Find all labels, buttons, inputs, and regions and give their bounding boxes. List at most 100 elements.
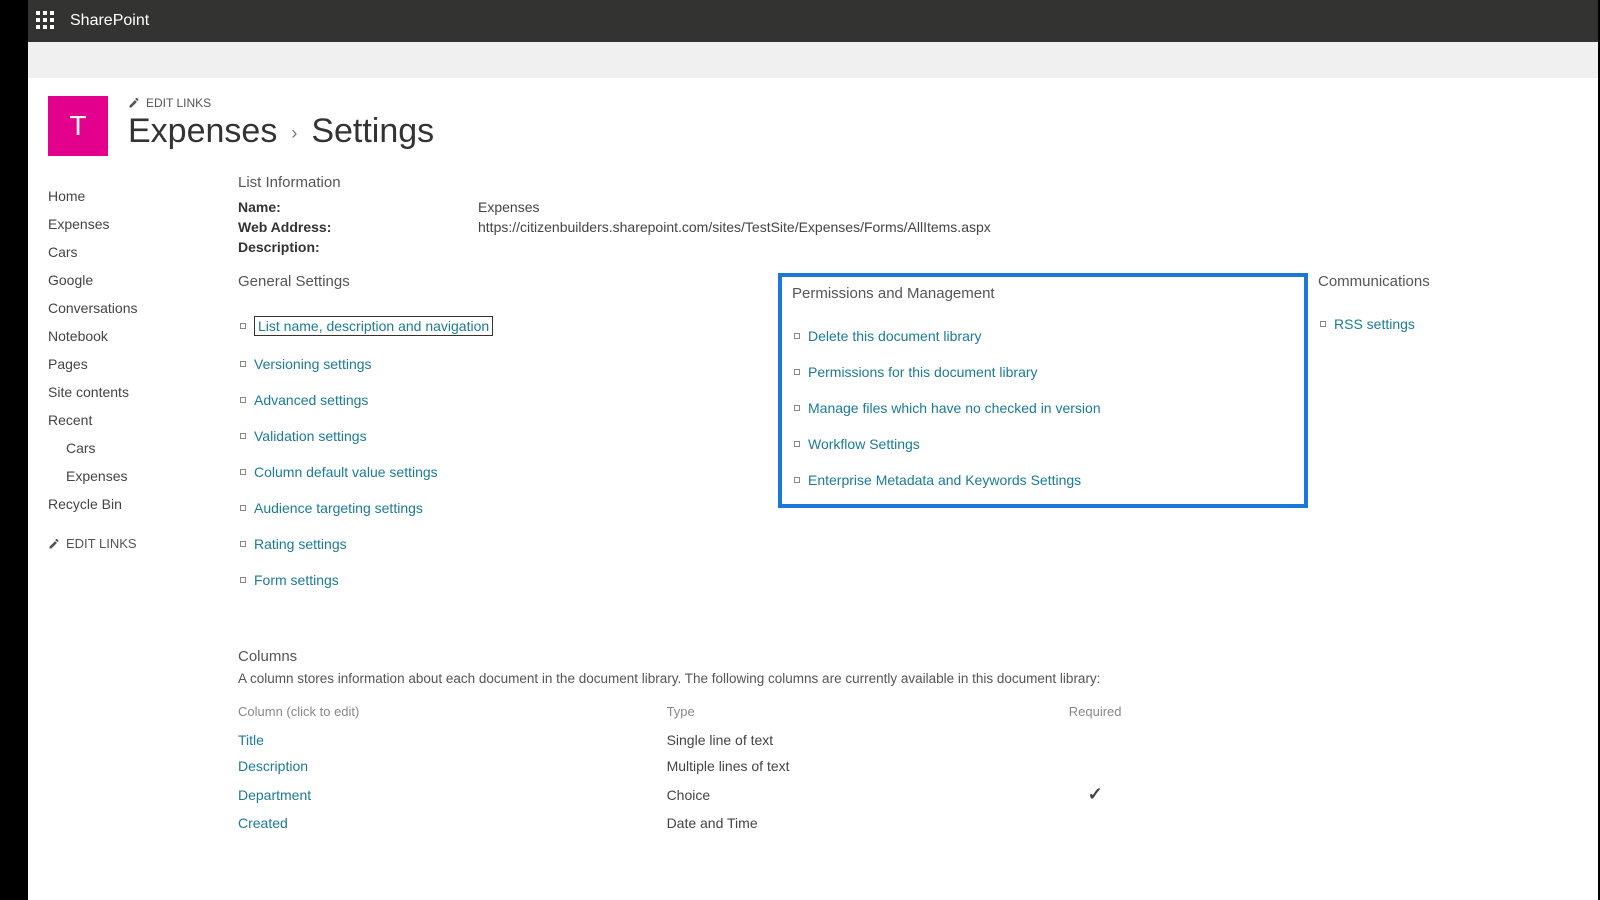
bullet-icon xyxy=(240,397,246,403)
column-required xyxy=(1052,810,1138,836)
permissions-management-column: Permissions and Management Delete this d… xyxy=(778,273,1318,508)
column-created-link[interactable]: Created xyxy=(238,815,288,831)
bullet-icon xyxy=(794,477,800,483)
validation-settings-link[interactable]: Validation settings xyxy=(254,428,367,444)
table-row: Description Multiple lines of text xyxy=(238,753,1138,779)
setting-link: Permissions for this document library xyxy=(794,364,1294,380)
delete-document-library-link[interactable]: Delete this document library xyxy=(808,328,982,344)
communications-column: Communications RSS settings xyxy=(1318,273,1578,352)
bullet-icon xyxy=(240,541,246,547)
nav-item-conversations[interactable]: Conversations xyxy=(48,294,208,322)
permissions-highlight-box: Permissions and Management Delete this d… xyxy=(778,273,1308,508)
info-address-label: Web Address: xyxy=(238,219,478,235)
workflow-settings-link[interactable]: Workflow Settings xyxy=(808,436,920,452)
column-type: Choice xyxy=(667,779,1053,810)
columns-heading: Columns xyxy=(238,648,1578,665)
nav-item-cars[interactable]: Cars xyxy=(48,238,208,266)
column-required xyxy=(1052,727,1138,753)
pencil-icon xyxy=(48,538,60,550)
app-launcher-icon[interactable] xyxy=(36,11,56,31)
audience-targeting-settings-link[interactable]: Audience targeting settings xyxy=(254,500,423,516)
form-settings-link[interactable]: Form settings xyxy=(254,572,339,588)
bullet-icon xyxy=(240,577,246,583)
nav-item-google[interactable]: Google xyxy=(48,266,208,294)
breadcrumb-parent[interactable]: Expenses xyxy=(128,112,277,151)
bullet-icon xyxy=(240,469,246,475)
column-required xyxy=(1052,753,1138,779)
permissions-management-heading: Permissions and Management xyxy=(792,285,1294,302)
setting-link: Enterprise Metadata and Keywords Setting… xyxy=(794,472,1294,488)
list-information-heading: List Information xyxy=(238,174,1578,191)
nav-item-expenses[interactable]: Expenses xyxy=(48,210,208,238)
bullet-icon xyxy=(240,433,246,439)
nav-recent-cars[interactable]: Cars xyxy=(48,434,208,462)
edit-links-label: EDIT LINKS xyxy=(66,536,137,551)
nav-item-home[interactable]: Home xyxy=(48,182,208,210)
setting-link: Manage files which have no checked in ve… xyxy=(794,400,1294,416)
columns-header-type: Type xyxy=(667,700,1053,727)
columns-table: Column (click to edit) Type Required Tit… xyxy=(238,700,1138,836)
site-logo[interactable]: T xyxy=(48,96,108,156)
bullet-icon xyxy=(794,441,800,447)
enterprise-metadata-keywords-link[interactable]: Enterprise Metadata and Keywords Setting… xyxy=(808,472,1081,488)
list-name-description-navigation-link[interactable]: List name, description and navigation xyxy=(254,316,493,336)
setting-link: Rating settings xyxy=(240,536,768,552)
breadcrumb: Expenses › Settings xyxy=(128,112,434,151)
setting-link: Workflow Settings xyxy=(794,436,1294,452)
left-nav: Home Expenses Cars Google Conversations … xyxy=(48,172,208,836)
table-row: Created Date and Time xyxy=(238,810,1138,836)
permissions-document-library-link[interactable]: Permissions for this document library xyxy=(808,364,1038,380)
versioning-settings-link[interactable]: Versioning settings xyxy=(254,356,372,372)
manage-files-no-checkin-link[interactable]: Manage files which have no checked in ve… xyxy=(808,400,1101,416)
setting-link: RSS settings xyxy=(1320,316,1568,332)
column-description-link[interactable]: Description xyxy=(238,758,308,774)
chevron-right-icon: › xyxy=(291,123,297,144)
column-title-link[interactable]: Title xyxy=(238,732,264,748)
nav-recent-expenses[interactable]: Expenses xyxy=(48,462,208,490)
rating-settings-link[interactable]: Rating settings xyxy=(254,536,347,552)
bullet-icon xyxy=(240,505,246,511)
site-logo-letter: T xyxy=(69,110,86,142)
info-name-label: Name: xyxy=(238,199,478,215)
bullet-icon xyxy=(794,405,800,411)
bullet-icon xyxy=(794,369,800,375)
nav-item-site-contents[interactable]: Site contents xyxy=(48,378,208,406)
rss-settings-link[interactable]: RSS settings xyxy=(1334,316,1415,332)
setting-link: Audience targeting settings xyxy=(240,500,768,516)
edit-links-top[interactable]: EDIT LINKS xyxy=(128,96,434,110)
edit-links-label: EDIT LINKS xyxy=(146,96,211,110)
bullet-icon xyxy=(240,361,246,367)
setting-link: Validation settings xyxy=(240,428,768,444)
setting-link: Advanced settings xyxy=(240,392,768,408)
setting-link: List name, description and navigation xyxy=(240,316,768,336)
pencil-icon xyxy=(128,97,140,109)
table-row: Department Choice ✓ xyxy=(238,779,1138,810)
edit-links-bottom[interactable]: EDIT LINKS xyxy=(48,518,208,551)
advanced-settings-link[interactable]: Advanced settings xyxy=(254,392,368,408)
info-address-value: https://citizenbuilders.sharepoint.com/s… xyxy=(478,219,991,235)
nav-item-recycle-bin[interactable]: Recycle Bin xyxy=(48,490,208,518)
setting-link: Versioning settings xyxy=(240,356,768,372)
table-row: Title Single line of text xyxy=(238,727,1138,753)
nav-item-pages[interactable]: Pages xyxy=(48,350,208,378)
suite-bar: SharePoint xyxy=(28,0,1598,42)
left-gutter xyxy=(0,0,28,900)
general-settings-heading: General Settings xyxy=(238,273,768,290)
column-required: ✓ xyxy=(1052,779,1138,810)
ribbon-bar xyxy=(28,42,1598,78)
bullet-icon xyxy=(240,323,246,329)
nav-item-notebook[interactable]: Notebook xyxy=(48,322,208,350)
columns-header-name: Column (click to edit) xyxy=(238,700,667,727)
general-settings-column: General Settings List name, description … xyxy=(238,273,778,608)
suite-product-name[interactable]: SharePoint xyxy=(70,12,149,30)
page-header: T EDIT LINKS Expenses › Settings xyxy=(28,78,1598,162)
info-description-label: Description: xyxy=(238,239,478,255)
column-department-link[interactable]: Department xyxy=(238,787,311,803)
nav-recent-header: Recent xyxy=(48,406,208,434)
setting-link: Form settings xyxy=(240,572,768,588)
bullet-icon xyxy=(1320,321,1326,327)
column-type: Multiple lines of text xyxy=(667,753,1053,779)
columns-header-required: Required xyxy=(1052,700,1138,727)
checkmark-icon: ✓ xyxy=(1088,784,1103,804)
column-default-value-settings-link[interactable]: Column default value settings xyxy=(254,464,438,480)
